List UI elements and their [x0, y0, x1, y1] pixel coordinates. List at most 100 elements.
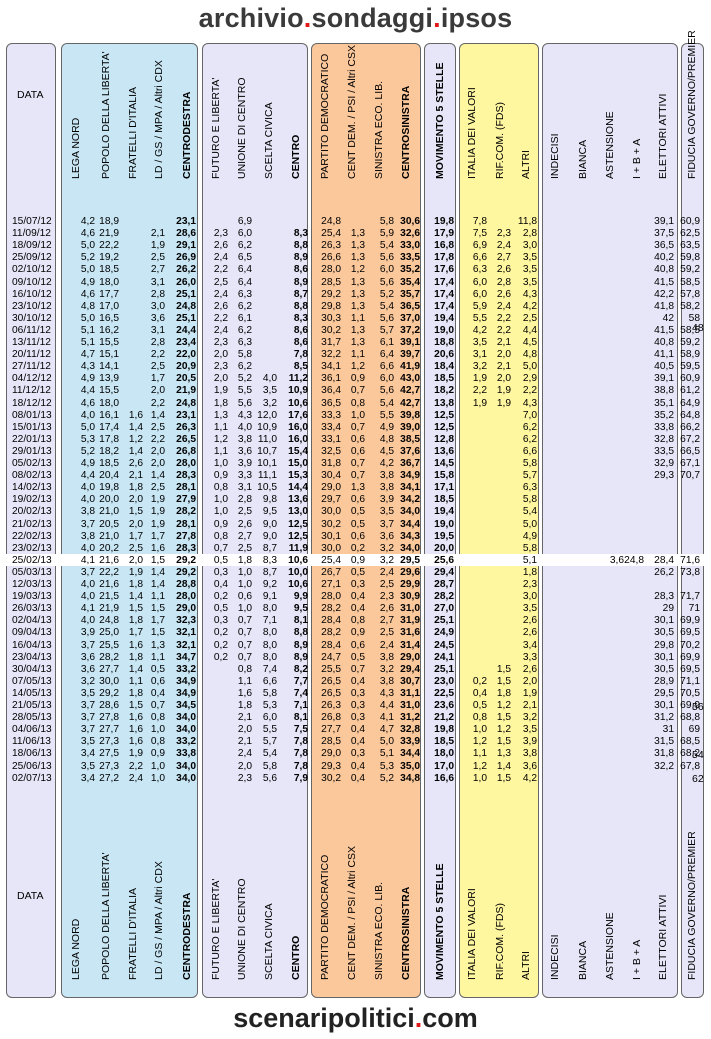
cell-elettori-attivi: 67,1 [680, 458, 700, 469]
cell-centrodestra: 34,9 [176, 687, 196, 699]
cell-centrodestra: 33,8 [176, 748, 196, 760]
cell-altri: 2,6 [522, 627, 537, 639]
cell-udc: 6,2 [237, 361, 252, 373]
bottom-header-data: DATA [17, 890, 44, 902]
fiducia-value: 62 [692, 773, 704, 785]
cell-elettori-attivi: 69,9 [680, 615, 700, 627]
cell-m5s: 17,1 [434, 482, 454, 494]
cell-altri: 3,5 [522, 252, 537, 264]
cell-altri: 7,0 [522, 409, 537, 421]
bottom-header-ibfa: I + B + A [631, 939, 643, 980]
cell-altri: 3,0 [522, 240, 537, 252]
cell-m5s: 24,9 [434, 627, 454, 639]
cell-date: 08/02/13 [12, 470, 52, 482]
title-archivio: archivio [198, 3, 304, 33]
cell-date: 12/03/13 [12, 579, 52, 590]
cell-date: 22/01/13 [12, 433, 52, 445]
cell-altri: 4,4 [522, 324, 537, 336]
top-header-fiducia: FIDUCIA GOVERNO/PREMIER [686, 30, 698, 179]
top-header-centro: CENTRO [290, 134, 302, 179]
cell-pdl: 15,5 [99, 385, 119, 397]
cell-date: 04/12/12 [12, 373, 52, 385]
cell-altri: 2,3 [522, 579, 537, 590]
top-header-m5s: MOVIMENTO 5 STELLE [434, 62, 446, 179]
cell-elettori-attivi: 73,8 [680, 566, 700, 578]
cell-udc: 6,1 [237, 312, 252, 324]
cell-date: 26/03/13 [12, 603, 52, 615]
cell-elettori-attivi: 69,5 [680, 663, 700, 675]
cell-udc: 6,9 [237, 216, 252, 227]
cell-date: 13/11/12 [12, 337, 51, 348]
bottom-header-lega-nord: LEGA NORD [70, 918, 82, 980]
cell-date: 28/05/13 [12, 712, 52, 724]
cell-elettori-attivi: 70,5 [680, 687, 700, 699]
cell-altri: 4,3 [522, 288, 537, 300]
cell-altri: 4,5 [522, 337, 537, 348]
cell-date: 11/09/12 [12, 228, 51, 240]
cell-elettori-attivi: 64,8 [680, 409, 700, 421]
cell-udc: 6,3 [237, 337, 252, 348]
cell-altri: 5,1 [522, 554, 537, 566]
cell-m5s: 19,4 [434, 506, 454, 518]
cell-elettori-attivi: 58,9 [680, 349, 700, 361]
cell-elettori-attivi: 69,5 [680, 627, 700, 639]
cell-date: 25/09/12 [12, 252, 52, 264]
cell-elettori-attivi: 71,7 [680, 591, 700, 603]
cell-date: 02/04/13 [12, 615, 52, 627]
cell-date: 16/10/12 [12, 288, 52, 300]
cell-elettori-attivi: 59,8 [680, 252, 700, 264]
cell-elettori-attivi: 68,5 [680, 736, 700, 748]
page-title: archivio.sondaggi.ipsos [0, 3, 711, 34]
cell-m5s: 24,5 [434, 639, 454, 651]
cell-altri: 3,9 [522, 736, 537, 748]
top-header-pdl: POPOLO DELLA LIBERTA' [100, 51, 112, 179]
cell-m5s: 24,1 [434, 651, 454, 663]
cell-altri: 2,2 [522, 385, 537, 397]
cell-date: 22/02/13 [12, 530, 52, 542]
cell-date: 07/05/13 [12, 675, 52, 687]
cell-pdl: 22,2 [99, 240, 119, 252]
cell-centrodestra: 34,0 [176, 712, 196, 724]
bottom-header-centrosinistra: CENTROSINISTRA [400, 886, 412, 980]
cell-m5s: 12,5 [434, 421, 454, 433]
cell-altri: 1,9 [522, 687, 537, 699]
cell-elettori-attivi: 64,9 [680, 397, 700, 409]
cell-elettori-attivi: 60,9 [680, 373, 700, 385]
title-dot: . [303, 3, 312, 33]
cell-elettori-attivi: 67,2 [680, 433, 700, 445]
cell-centrodestra: 23,1 [176, 216, 196, 227]
top-header-ibfa: I + B + A [631, 138, 643, 179]
cell-altri: 3,6 [522, 760, 537, 772]
cell-elettori-attivi: 58,2 [680, 300, 700, 312]
title-sondaggi: sondaggi [311, 3, 434, 33]
cell-date: 29/01/13 [12, 445, 52, 457]
cell-date: 18/12/12 [12, 397, 52, 409]
cell-elettori-attivi: 59,2 [680, 264, 700, 276]
fiducia-value: 56 [692, 701, 704, 713]
top-header-data: DATA [17, 89, 44, 101]
bottom-header-udc: UNIONE DI CENTRO [236, 878, 248, 980]
cell-udc: 6,5 [237, 252, 252, 264]
cell-elettori-attivi: 58,5 [680, 276, 700, 288]
cell-elettori-attivi: 69 [688, 724, 700, 736]
cell-altri: 3,5 [522, 603, 537, 615]
cell-elettori-attivi: 63,5 [680, 240, 700, 252]
top-header-elettori-attivi: ELETTORI ATTIVI [657, 93, 669, 179]
bottom-header-centrodestra: CENTRODESTRA [181, 892, 193, 980]
cell-m5s: 12,8 [434, 433, 454, 445]
top-header-ld-gs-mpa: LD / GS / MPA / Altri CDX [153, 60, 165, 179]
cell-elettori-attivi: 66,2 [680, 421, 700, 433]
cell-m5s: 15,8 [434, 470, 454, 482]
cell-m5s: 25,6 [434, 554, 454, 566]
cell-m5s: 14,5 [434, 458, 454, 469]
fiducia-value: 54 [692, 749, 704, 761]
cell-elettori-attivi: 70,2 [680, 639, 700, 651]
cell-elettori-attivi: 57,8 [680, 288, 700, 300]
top-header-centrosinistra: CENTROSINISTRA [400, 85, 412, 179]
cell-altri: 6,3 [522, 482, 537, 494]
cell-date: 05/02/13 [12, 458, 52, 469]
top-header-scelta-civica: SCELTA CIVICA [263, 102, 275, 179]
cell-elettori-attivi: 70,7 [680, 470, 700, 482]
cell-date: 02/07/13 [12, 772, 52, 784]
poll-table: LEGA NORD POPOLO DELLA LIBERTA' FRATELLI D… [6, 30, 704, 998]
